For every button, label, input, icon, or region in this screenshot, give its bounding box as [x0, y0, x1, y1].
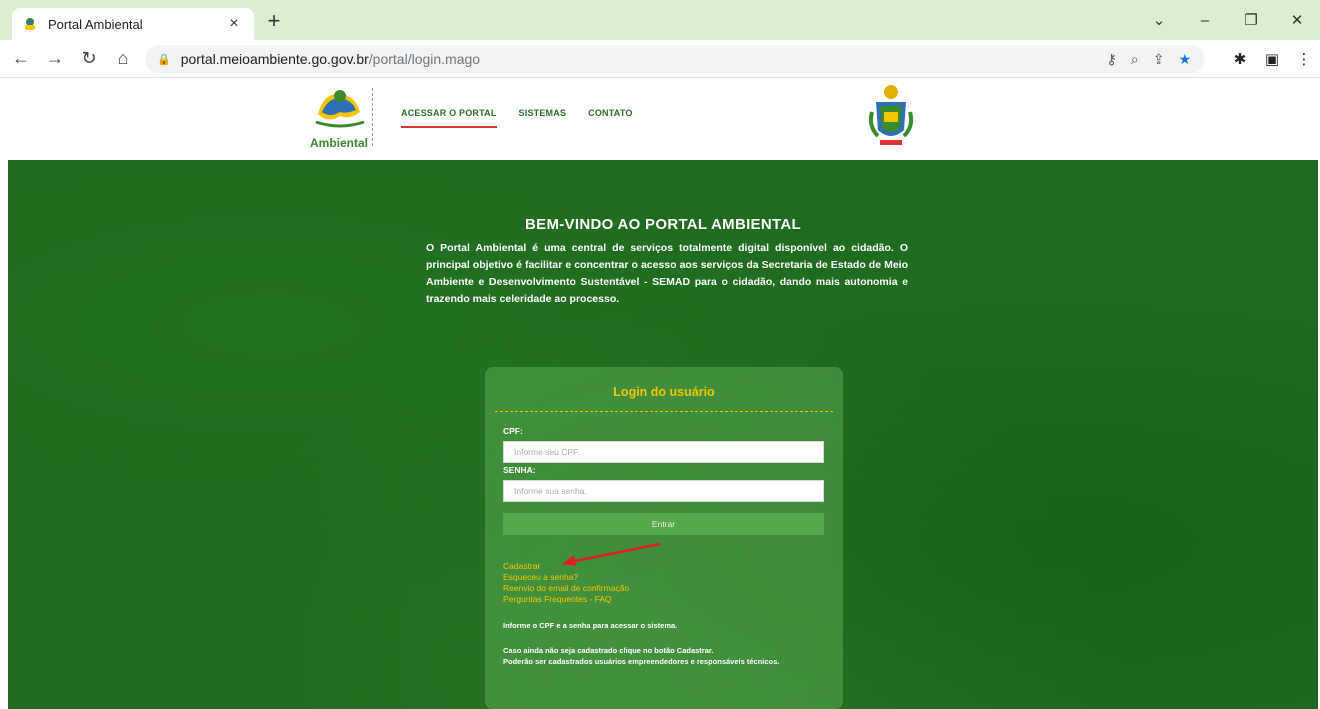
- resend-email-link[interactable]: Reenvio do email de confirmação: [503, 583, 629, 594]
- share-icon[interactable]: ⇪: [1153, 51, 1165, 68]
- side-panel-icon[interactable]: ▣: [1256, 50, 1288, 68]
- annotation-arrow-icon: [562, 542, 661, 566]
- url-host: portal.meioambiente.go.gov.br: [180, 51, 369, 67]
- extensions-puzzle-icon[interactable]: ✱: [1224, 50, 1256, 68]
- tab-close-icon[interactable]: ×: [224, 15, 244, 33]
- nav-acessar-portal[interactable]: ACESSAR O PORTAL: [401, 108, 497, 128]
- close-window-icon[interactable]: ✕: [1274, 11, 1320, 29]
- login-info-2: Caso ainda não seja cadastrado clique no…: [503, 646, 714, 655]
- logo-text: Ambiental: [310, 136, 369, 150]
- logo-icon: [315, 90, 365, 128]
- back-arrow-icon[interactable]: ←: [8, 48, 34, 69]
- browser-toolbar: ← → ↻ ⌂ 🔒 portal.meioambiente.go.gov.br /…: [0, 40, 1320, 78]
- tab-search-icon[interactable]: ⌄: [1136, 11, 1182, 29]
- welcome-text: O Portal Ambiental é uma central de serv…: [426, 242, 908, 305]
- tab-title: Portal Ambiental: [48, 16, 143, 32]
- cpf-label: CPF:: [503, 426, 523, 436]
- nav-contato[interactable]: CONTATO: [588, 108, 632, 128]
- site-favicon-icon: [22, 16, 38, 32]
- lock-icon[interactable]: 🔒: [157, 53, 171, 66]
- url-path: /portal/login.mago: [368, 51, 481, 67]
- login-info-3: Poderão ser cadastrados usuários empreen…: [503, 657, 780, 666]
- reload-icon[interactable]: ↻: [76, 48, 102, 69]
- site-nav: ACESSAR O PORTAL SISTEMAS CONTATO: [401, 108, 633, 128]
- address-bar[interactable]: 🔒 portal.meioambiente.go.gov.br/portal/l…: [145, 45, 1205, 73]
- browser-tab-strip: Portal Ambiental × + ⌄ – ❐ ✕: [0, 0, 1320, 40]
- bookmark-star-icon[interactable]: ★: [1178, 51, 1191, 68]
- new-tab-button[interactable]: +: [262, 10, 286, 34]
- senha-input[interactable]: [503, 480, 824, 502]
- portal-ambiental-logo[interactable]: Ambiental: [310, 84, 370, 150]
- site-header: Ambiental ACESSAR O PORTAL SISTEMAS CONT…: [8, 78, 1318, 160]
- login-card: Login do usuário CPF: SENHA: Entrar Cada…: [485, 367, 843, 709]
- forgot-password-link[interactable]: Esqueceu a senha?: [503, 572, 629, 583]
- login-title: Login do usuário: [613, 385, 715, 399]
- login-info-1: Informe o CPF e a senha para acessar o s…: [503, 621, 678, 630]
- goias-crest-icon: [868, 82, 914, 152]
- welcome-title: BEM-VINDO AO PORTAL AMBIENTAL: [525, 216, 801, 233]
- omnibox-actions: ⚷ ⌕ ⇪ ★: [1107, 45, 1191, 73]
- forward-arrow-icon[interactable]: →: [42, 48, 68, 69]
- nav-sistemas[interactable]: SISTEMAS: [519, 108, 567, 128]
- zoom-icon[interactable]: ⌕: [1131, 51, 1139, 68]
- login-divider: [495, 411, 833, 412]
- menu-kebab-icon[interactable]: ⋮: [1288, 50, 1320, 68]
- senha-label: SENHA:: [503, 465, 536, 475]
- faq-link[interactable]: Perguntas Frequentes - FAQ: [503, 594, 629, 605]
- home-icon[interactable]: ⌂: [110, 48, 136, 69]
- cpf-input[interactable]: [503, 441, 824, 463]
- minimize-icon[interactable]: –: [1182, 12, 1228, 29]
- window-controls: ⌄ – ❐ ✕: [1136, 0, 1320, 40]
- hero-section: BEM-VINDO AO PORTAL AMBIENTAL O Portal A…: [8, 160, 1318, 709]
- restore-icon[interactable]: ❐: [1228, 11, 1274, 29]
- header-divider: [372, 88, 373, 146]
- extension-icons: ✱ ▣ ⋮: [1224, 40, 1320, 78]
- entrar-button[interactable]: Entrar: [503, 513, 824, 535]
- browser-tab[interactable]: Portal Ambiental ×: [12, 8, 254, 40]
- key-icon[interactable]: ⚷: [1107, 51, 1117, 68]
